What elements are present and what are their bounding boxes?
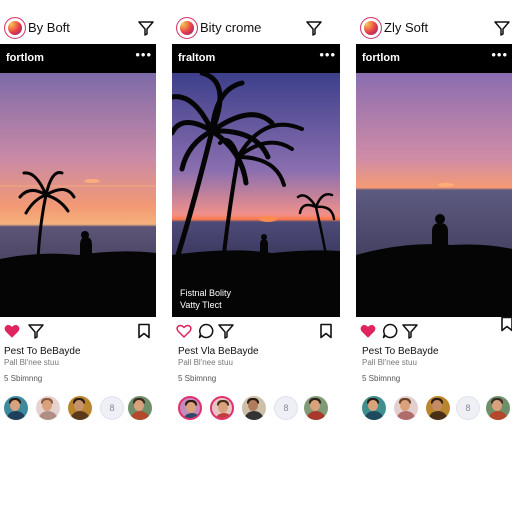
avatar-row: 8 <box>172 396 340 422</box>
avatar[interactable] <box>210 396 234 420</box>
bookmark-icon[interactable] <box>318 323 334 339</box>
app-logo-icon[interactable] <box>360 17 382 39</box>
avatar-row: 8 <box>0 396 156 422</box>
sunset-palm-image <box>172 73 340 317</box>
app-name: By Boft <box>28 20 70 35</box>
app-name: Zly Soft <box>384 20 429 35</box>
avatar[interactable] <box>36 396 60 420</box>
avatar[interactable]: 8 <box>274 396 298 420</box>
post-subtitle: Pall Bl'nee stuu <box>362 358 417 367</box>
photo-caption-line: Fistnal Bolity <box>180 288 232 298</box>
post-title: Pest Vla BeBayde <box>178 346 259 357</box>
post-username[interactable]: fortlom <box>6 52 44 64</box>
filter-icon[interactable] <box>494 20 510 36</box>
more-dots-icon[interactable]: ••• <box>135 48 152 62</box>
avatar[interactable] <box>242 396 266 420</box>
photo-caption: Fistnal Bolity Vatty Tlect <box>180 287 231 311</box>
post-count: 5 Sbimnng <box>362 374 401 383</box>
post-subtitle: Pall Bl'nee stuu <box>4 358 59 367</box>
comment-icon[interactable] <box>198 323 214 339</box>
post-actions <box>356 320 512 342</box>
post-header: fortlom ••• <box>0 44 156 73</box>
bookmark-icon[interactable] <box>136 323 152 339</box>
sunset-sea-image <box>356 73 512 317</box>
post-photo[interactable] <box>0 73 156 317</box>
send-icon[interactable] <box>218 323 234 339</box>
comment-icon[interactable] <box>382 323 398 339</box>
filter-icon[interactable] <box>306 20 322 36</box>
bookmark-icon[interactable] <box>500 316 512 332</box>
avatar[interactable] <box>178 396 202 420</box>
app-top-bar: Zly Soft <box>356 16 512 44</box>
more-dots-icon[interactable]: ••• <box>319 48 336 62</box>
send-icon[interactable] <box>402 323 418 339</box>
avatar[interactable] <box>68 396 92 420</box>
avatar-placeholder: 8 <box>465 403 471 413</box>
avatar[interactable] <box>4 396 28 420</box>
more-dots-icon[interactable]: ••• <box>491 48 508 62</box>
post-title: Pest To BeBayde <box>362 346 439 357</box>
post-photo[interactable]: Fistnal Bolity Vatty Tlect <box>172 73 340 317</box>
avatar[interactable] <box>486 396 510 420</box>
post-count: 5 Sbimnng <box>4 374 43 383</box>
send-icon[interactable] <box>28 323 44 339</box>
app-logo-icon[interactable] <box>176 17 198 39</box>
app-name: Bity crome <box>200 20 262 35</box>
post-username[interactable]: fraltom <box>178 52 215 64</box>
filter-icon[interactable] <box>138 20 154 36</box>
avatar-placeholder: 8 <box>283 403 289 413</box>
post-title: Pest To BeBayde <box>4 346 81 357</box>
avatar[interactable] <box>128 396 152 420</box>
heart-icon[interactable] <box>176 323 192 339</box>
avatar-row: 8 <box>356 396 512 422</box>
avatar-placeholder: 8 <box>109 403 115 413</box>
post-subtitle: Pall Bl'nee stuu <box>178 358 233 367</box>
sunset-beach-image <box>0 73 156 317</box>
avatar[interactable]: 8 <box>100 396 124 420</box>
post-card-3: Zly Soft fortlom ••• Pest To BeBayde Pal… <box>356 10 512 430</box>
app-top-bar: By Boft <box>0 16 156 44</box>
heart-icon[interactable] <box>360 323 376 339</box>
post-card-1: By Boft fortlom ••• Pest To BeBayde Pall… <box>0 10 156 430</box>
post-count: 5 Sbimnng <box>178 374 217 383</box>
heart-icon[interactable] <box>4 323 20 339</box>
post-header: fortlom ••• <box>356 44 512 73</box>
post-actions <box>0 320 156 342</box>
avatar[interactable] <box>304 396 328 420</box>
post-username[interactable]: fortlom <box>362 52 400 64</box>
screen: By Boft fortlom ••• Pest To BeBayde Pall… <box>0 0 512 512</box>
app-top-bar: Bity crome <box>172 16 328 44</box>
post-meta: Pest To BeBayde Pall Bl'nee stuu 5 Sbimn… <box>362 346 512 384</box>
avatar[interactable]: 8 <box>456 396 480 420</box>
post-actions <box>172 320 340 342</box>
app-logo-icon[interactable] <box>4 17 26 39</box>
post-meta: Pest Vla BeBayde Pall Bl'nee stuu 5 Sbim… <box>178 346 328 384</box>
avatar[interactable] <box>362 396 386 420</box>
post-photo[interactable] <box>356 73 512 317</box>
post-card-2: Bity crome fraltom ••• Fistnal Bolity Va… <box>172 10 340 430</box>
avatar[interactable] <box>426 396 450 420</box>
photo-caption-line: Vatty Tlect <box>180 300 222 310</box>
avatar[interactable] <box>394 396 418 420</box>
post-meta: Pest To BeBayde Pall Bl'nee stuu 5 Sbimn… <box>4 346 154 384</box>
post-header: fraltom ••• <box>172 44 340 73</box>
